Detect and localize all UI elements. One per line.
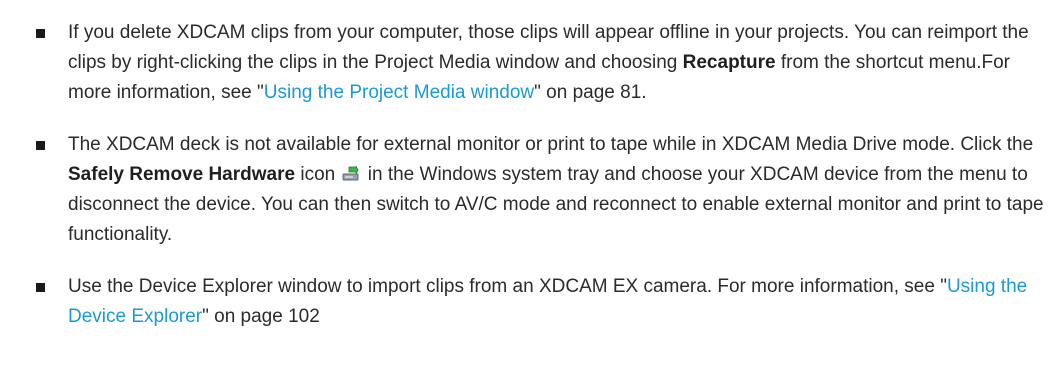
item-text: " on page 81. (534, 82, 647, 103)
bullet-list: If you delete XDCAM clips from your comp… (36, 18, 1050, 332)
document-page: If you delete XDCAM clips from your comp… (0, 0, 1060, 389)
bullet-marker (36, 29, 45, 38)
item-text: Use the Device Explorer window to import… (68, 276, 947, 297)
project-media-window-link[interactable]: Using the Project Media window (264, 82, 534, 103)
safely-remove-hardware-icon (341, 163, 361, 181)
list-item-xdcam-deck: The XDCAM deck is not available for exte… (36, 130, 1050, 250)
item-text: " on page 102 (202, 306, 320, 327)
item-text: The XDCAM deck is not available for exte… (68, 134, 1034, 155)
item-text: icon (295, 164, 336, 185)
bullet-marker (36, 283, 45, 292)
safely-remove-hardware-command: Safely Remove Hardware (68, 164, 296, 185)
list-item-device-explorer: Use the Device Explorer window to import… (36, 272, 1050, 332)
bullet-marker (36, 141, 45, 150)
list-item-delete-clips: If you delete XDCAM clips from your comp… (36, 18, 1050, 108)
recapture-command: Recapture (682, 52, 776, 73)
